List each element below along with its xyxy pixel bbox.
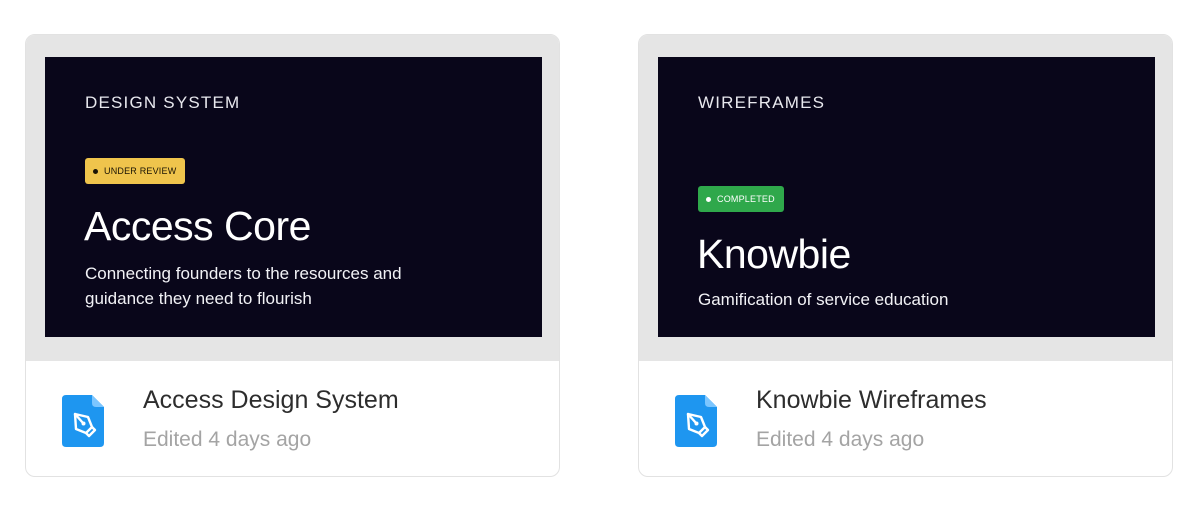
thumbnail-tagline: Gamification of service education: [698, 290, 949, 309]
file-card[interactable]: WIREFRAMES COMPLETED Knowbie Gamificatio…: [638, 34, 1173, 477]
file-edited-time: Edited 4 days ago: [143, 428, 312, 451]
thumbnail-frame: DESIGN SYSTEM UNDER REVIEW Access Core C…: [26, 35, 559, 361]
pen-tool-file-icon: [62, 395, 104, 447]
thumbnail-tagline: Connecting founders to the resources and…: [85, 264, 402, 308]
file-grid: DESIGN SYSTEM UNDER REVIEW Access Core C…: [0, 0, 1200, 528]
file-edited-time: Edited 4 days ago: [756, 428, 925, 451]
file-title[interactable]: Access Design System: [143, 386, 399, 415]
status-badge-label: COMPLETED: [717, 194, 775, 204]
status-dot-icon: [93, 168, 98, 174]
status-badge: COMPLETED: [698, 186, 784, 212]
thumbnail-project-name: Knowbie: [697, 231, 851, 277]
thumbnail-category: WIREFRAMES: [698, 93, 826, 112]
pen-tool-file-icon: [675, 395, 717, 447]
file-thumbnail[interactable]: DESIGN SYSTEM UNDER REVIEW Access Core C…: [45, 57, 542, 337]
thumbnail-frame: WIREFRAMES COMPLETED Knowbie Gamificatio…: [639, 35, 1172, 361]
file-card[interactable]: DESIGN SYSTEM UNDER REVIEW Access Core C…: [25, 34, 560, 477]
file-title[interactable]: Knowbie Wireframes: [756, 386, 987, 415]
thumbnail-category: DESIGN SYSTEM: [85, 93, 241, 112]
file-thumbnail[interactable]: WIREFRAMES COMPLETED Knowbie Gamificatio…: [658, 57, 1155, 337]
status-dot-icon: [706, 196, 711, 202]
thumbnail-project-name: Access Core: [84, 203, 311, 249]
status-badge: UNDER REVIEW: [85, 158, 186, 184]
status-badge-label: UNDER REVIEW: [104, 166, 177, 176]
